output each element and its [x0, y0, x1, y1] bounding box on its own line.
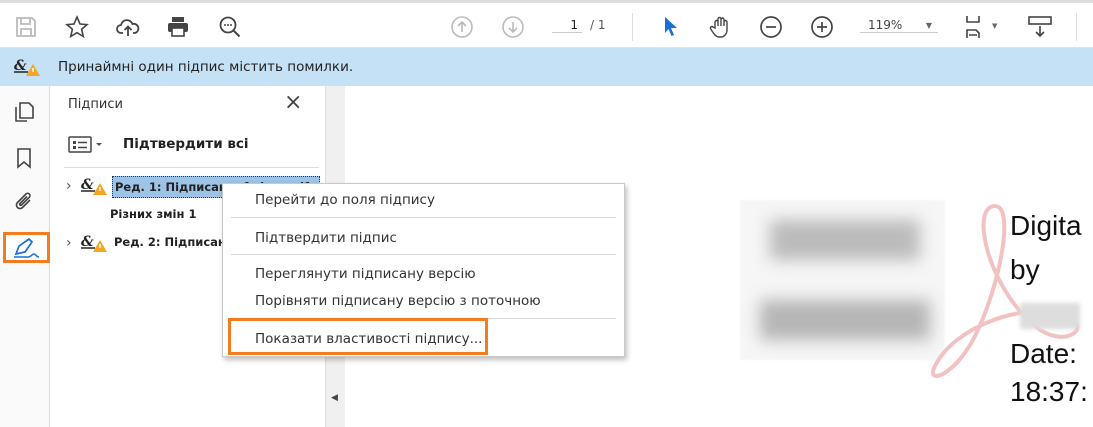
fit-page-icon[interactable]	[962, 13, 990, 41]
page-number-input[interactable]: 1	[552, 18, 582, 33]
chevron-down-icon: ▼	[925, 21, 932, 30]
divider	[64, 167, 319, 168]
attachment-icon[interactable]	[10, 188, 38, 216]
sig-line: Digita	[1010, 210, 1082, 241]
keyboard-scroll-icon[interactable]	[1026, 13, 1054, 41]
sig-line: by	[1010, 248, 1093, 336]
bookmark-icon[interactable]	[10, 144, 38, 172]
signature-detail: Різних змін 1	[110, 207, 197, 221]
menu-item-view-signed-version[interactable]: Переглянути підписану версію	[255, 266, 476, 282]
select-pointer-icon[interactable]	[656, 13, 684, 41]
signature-warning-icon: &	[81, 175, 109, 201]
save-icon[interactable]	[12, 13, 40, 41]
menu-item-compare-versions[interactable]: Порівняти підписану версію з поточною	[255, 293, 541, 309]
menu-separator	[231, 254, 616, 255]
zoom-value: 119%	[868, 18, 903, 32]
signature-pen-icon	[12, 237, 42, 263]
zoom-select[interactable]: 119% ▼	[860, 18, 938, 33]
star-icon[interactable]	[63, 13, 91, 41]
fit-dropdown-icon[interactable]: ▼	[992, 22, 997, 30]
print-icon[interactable]	[164, 13, 192, 41]
page-total: / 1	[590, 18, 606, 32]
prev-page-icon[interactable]	[448, 13, 476, 41]
cloud-upload-icon[interactable]	[114, 13, 142, 41]
signature-warning-icon: &	[81, 232, 109, 258]
divider	[632, 13, 633, 41]
navigation-rail	[0, 86, 50, 427]
signature-item-2[interactable]: Ред. 2: Підписано	[114, 235, 234, 249]
next-page-icon[interactable]	[499, 13, 527, 41]
expand-chevron-icon[interactable]: ›	[66, 178, 72, 194]
panel-title: Підписи	[68, 97, 123, 112]
zoom-out-icon[interactable]	[757, 13, 785, 41]
options-menu-button[interactable]	[68, 136, 106, 158]
signature-info-bar: & Принаймні один підпис містить помилки.	[0, 48, 1093, 86]
signature-appearance-text: Digita by Date: 18:37:	[1010, 204, 1093, 414]
info-message: Принаймні один підпис містить помилки.	[58, 59, 354, 75]
signatures-panel-button[interactable]	[3, 232, 50, 263]
signature-warning-icon: &	[14, 56, 42, 78]
zoom-in-icon[interactable]	[808, 13, 836, 41]
divider	[1076, 13, 1077, 41]
close-panel-icon[interactable]: ×	[284, 90, 302, 115]
expand-chevron-icon[interactable]: ›	[66, 235, 72, 251]
context-menu: Перейти до поля підпису Підтвердити підп…	[222, 183, 625, 357]
menu-item-validate[interactable]: Підтвердити підпис	[255, 230, 397, 246]
pages-icon[interactable]	[10, 98, 38, 126]
menu-item-go-to-field[interactable]: Перейти до поля підпису	[255, 192, 435, 208]
hand-tool-icon[interactable]	[707, 13, 735, 41]
menu-separator	[231, 217, 616, 218]
search-comment-icon[interactable]	[216, 13, 244, 41]
menu-item-show-properties[interactable]: Показати властивості підпису...	[255, 331, 482, 347]
sig-line: 18:37:	[1010, 376, 1088, 407]
toolbar: 1 / 1 119% ▼ ▼	[0, 0, 1093, 48]
collapse-arrow-icon[interactable]: ◀	[331, 393, 338, 403]
validate-all-button[interactable]: Підтвердити всі	[123, 136, 249, 152]
